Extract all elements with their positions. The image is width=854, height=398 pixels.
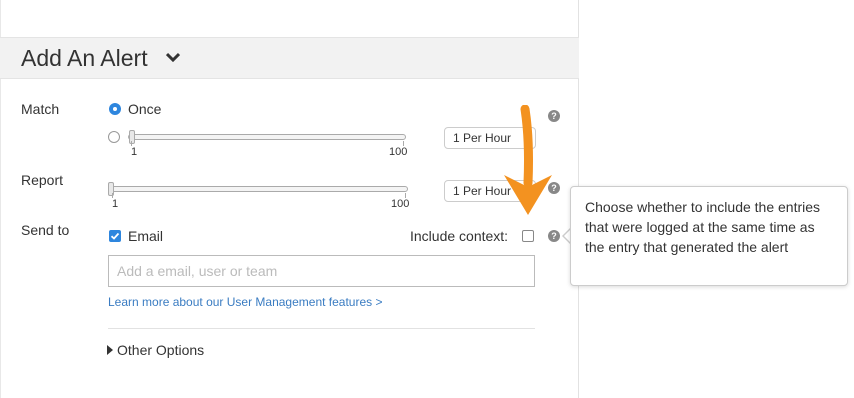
report-slider[interactable]	[108, 186, 408, 192]
include-context-checkbox[interactable]	[522, 230, 534, 242]
chevron-down-icon	[166, 52, 180, 62]
report-label: Report	[21, 172, 64, 188]
divider	[108, 328, 535, 329]
report-slider-min: 1	[112, 198, 119, 210]
page-title: Add An Alert	[21, 45, 148, 71]
report-slider-max: 100	[391, 198, 410, 210]
match-slider[interactable]	[128, 134, 406, 140]
other-options-label: Other Options	[117, 342, 205, 358]
other-options-toggle[interactable]: Other Options	[107, 342, 217, 360]
radio-once-label: Once	[128, 101, 162, 117]
annotation-arrow-icon	[504, 105, 552, 215]
send-to-label: Send to	[21, 222, 70, 238]
include-context-tooltip: Choose whether to include the entries th…	[570, 186, 848, 286]
caret-right-icon	[107, 345, 113, 355]
radio-frequency[interactable]	[108, 131, 120, 143]
email-label: Email	[128, 228, 164, 244]
email-checkbox[interactable]	[109, 230, 121, 242]
learn-more-link[interactable]: Learn more about our User Management fea…	[108, 295, 383, 309]
add-alert-header[interactable]: Add An Alert	[0, 37, 579, 79]
match-slider-handle[interactable]	[129, 130, 135, 144]
checkmark-icon	[110, 232, 120, 240]
match-label: Match	[21, 101, 60, 117]
match-slider-min: 1	[131, 146, 138, 158]
report-slider-handle[interactable]	[108, 182, 114, 196]
match-slider-max: 100	[389, 146, 408, 158]
recipient-input[interactable]: Add a email, user or team	[108, 255, 535, 287]
radio-once[interactable]	[109, 103, 121, 115]
include-context-label: Include context:	[410, 228, 509, 244]
include-context-help-icon[interactable]: ?	[548, 230, 560, 242]
